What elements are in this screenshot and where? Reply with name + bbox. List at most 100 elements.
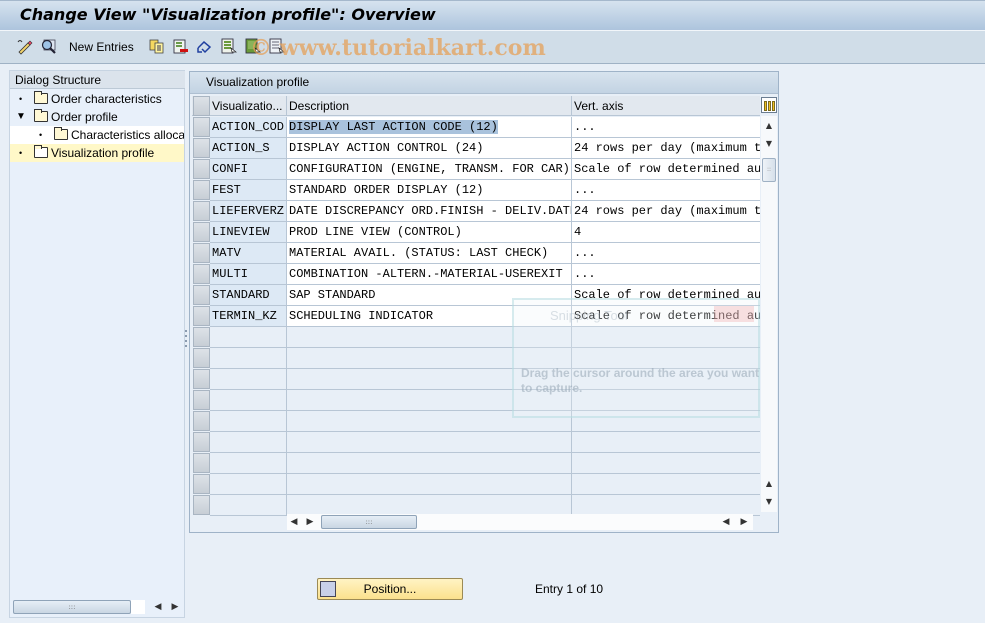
cell-visualization-key[interactable] bbox=[210, 411, 287, 432]
cell-vert-axis[interactable] bbox=[572, 432, 760, 453]
cell-vert-axis[interactable]: ... bbox=[572, 180, 760, 201]
row-selector[interactable] bbox=[193, 159, 210, 179]
panel-splitter[interactable] bbox=[184, 330, 188, 352]
cell-description[interactable] bbox=[287, 432, 572, 453]
row-selector[interactable] bbox=[193, 348, 210, 368]
cell-vert-axis[interactable]: ... bbox=[572, 264, 760, 285]
cell-vert-axis[interactable]: 24 rows per day (maximum ti bbox=[572, 201, 760, 222]
cell-visualization-key[interactable] bbox=[210, 474, 287, 495]
column-header-visualization[interactable]: Visualizatio... bbox=[210, 96, 287, 116]
undo-change-icon[interactable] bbox=[196, 38, 213, 55]
scroll-right-icon[interactable]: ▶ bbox=[168, 600, 182, 614]
table-row[interactable]: LIEFERVERZ DATE DISCREPANCY ORD.FINISH - … bbox=[192, 201, 760, 222]
cell-description[interactable] bbox=[287, 495, 572, 516]
table-row[interactable]: FEST STANDARD ORDER DISPLAY (12)... bbox=[192, 180, 760, 201]
tree-item-order-characteristics[interactable]: • Order characteristics bbox=[10, 90, 184, 108]
cell-description[interactable]: DISPLAY LAST ACTION CODE (12) bbox=[287, 117, 572, 138]
edit-display-toggle-icon[interactable] bbox=[16, 38, 33, 55]
row-selector[interactable] bbox=[193, 453, 210, 473]
copy-as-icon[interactable] bbox=[148, 38, 165, 55]
position-button[interactable]: Position... bbox=[317, 578, 463, 600]
tree-item-order-profile[interactable]: ▼ Order profile bbox=[10, 108, 184, 126]
cell-vert-axis[interactable] bbox=[572, 474, 760, 495]
empty-table-row[interactable] bbox=[192, 495, 760, 516]
cell-description[interactable] bbox=[287, 453, 572, 474]
cell-vert-axis[interactable]: Scale of row determined aut bbox=[572, 159, 760, 180]
row-selector[interactable] bbox=[193, 327, 210, 347]
expanded-triangle-icon[interactable]: ▼ bbox=[16, 108, 26, 126]
cell-description[interactable]: DATE DISCREPANCY ORD.FINISH - DELIV.DATE bbox=[287, 201, 572, 222]
cell-vert-axis[interactable]: ... bbox=[572, 117, 760, 138]
row-selector[interactable] bbox=[193, 369, 210, 389]
scroll-right-icon[interactable]: ▶ bbox=[303, 515, 317, 529]
row-selector[interactable] bbox=[193, 390, 210, 410]
table-row[interactable]: ACTION_COD DISPLAY LAST ACTION CODE (12).… bbox=[192, 117, 760, 138]
row-selector[interactable] bbox=[193, 264, 210, 284]
cell-visualization-key[interactable] bbox=[210, 432, 287, 453]
select-all-rows-button[interactable] bbox=[193, 96, 210, 116]
cell-vert-axis[interactable]: 4 bbox=[572, 222, 760, 243]
column-header-vert-axis[interactable]: Vert. axis bbox=[572, 96, 760, 116]
row-selector[interactable] bbox=[193, 306, 210, 326]
cell-vert-axis[interactable]: 24 rows per day (maximum ti bbox=[572, 138, 760, 159]
delete-icon[interactable] bbox=[172, 38, 189, 55]
table-row[interactable]: MATV MATERIAL AVAIL. (STATUS: LAST CHECK)… bbox=[192, 243, 760, 264]
cell-visualization-key[interactable] bbox=[210, 495, 287, 516]
tree-item-characteristics-allocation[interactable]: • Characteristics allocat bbox=[10, 126, 184, 144]
cell-visualization-key[interactable] bbox=[210, 369, 287, 390]
cell-description[interactable]: COMBINATION -ALTERN.-MATERIAL-USEREXIT bbox=[287, 264, 572, 285]
scroll-left-icon[interactable]: ◀ bbox=[151, 600, 165, 614]
column-header-description[interactable]: Description bbox=[287, 96, 572, 116]
cell-description[interactable]: CONFIGURATION (ENGINE, TRANSM. FOR CAR) bbox=[287, 159, 572, 180]
row-selector[interactable] bbox=[193, 495, 210, 515]
scroll-thumb[interactable]: :: bbox=[762, 158, 776, 182]
scroll-down-icon[interactable]: ▼ bbox=[761, 136, 777, 152]
cell-description[interactable]: DISPLAY ACTION CONTROL (24) bbox=[287, 138, 572, 159]
table-hscrollbar[interactable]: ◀ ▶ ::: ◀ ▶ bbox=[287, 514, 753, 530]
row-selector[interactable] bbox=[193, 411, 210, 431]
cell-vert-axis[interactable]: ... bbox=[572, 243, 760, 264]
cell-visualization-key[interactable] bbox=[210, 327, 287, 348]
row-selector[interactable] bbox=[193, 201, 210, 221]
row-selector[interactable] bbox=[193, 474, 210, 494]
cell-visualization-key[interactable] bbox=[210, 453, 287, 474]
cell-description[interactable]: MATERIAL AVAIL. (STATUS: LAST CHECK) bbox=[287, 243, 572, 264]
cell-description[interactable] bbox=[287, 474, 572, 495]
scroll-thumb[interactable]: ::: bbox=[321, 515, 417, 529]
row-selector[interactable] bbox=[193, 285, 210, 305]
tree-item-visualization-profile[interactable]: • Visualization profile bbox=[10, 144, 184, 162]
select-all-icon[interactable] bbox=[220, 38, 237, 55]
scroll-right-end-icon[interactable]: ▶ bbox=[737, 515, 751, 529]
scroll-up-icon[interactable]: ▲ bbox=[761, 118, 777, 134]
row-selector[interactable] bbox=[193, 432, 210, 452]
table-row[interactable]: ACTION_S DISPLAY ACTION CONTROL (24) 24 ro… bbox=[192, 138, 760, 159]
cell-vert-axis[interactable] bbox=[572, 453, 760, 474]
row-selector[interactable] bbox=[193, 243, 210, 263]
column-settings-icon[interactable] bbox=[761, 97, 777, 113]
empty-table-row[interactable] bbox=[192, 474, 760, 495]
row-selector[interactable] bbox=[193, 117, 210, 137]
scroll-left-end-icon[interactable]: ◀ bbox=[719, 515, 733, 529]
cell-visualization-key[interactable] bbox=[210, 348, 287, 369]
table-row[interactable]: CONFI CONFIGURATION (ENGINE, TRANSM. FOR … bbox=[192, 159, 760, 180]
empty-table-row[interactable] bbox=[192, 453, 760, 474]
scroll-left-icon[interactable]: ◀ bbox=[287, 515, 301, 529]
new-entries-button[interactable]: New Entries bbox=[69, 40, 134, 54]
scroll-page-up-icon[interactable]: ▲ bbox=[761, 476, 777, 492]
table-row[interactable]: LINEVIEW PROD LINE VIEW (CONTROL) 4 bbox=[192, 222, 760, 243]
cell-visualization-key[interactable] bbox=[210, 390, 287, 411]
cell-description[interactable]: STANDARD ORDER DISPLAY (12) bbox=[287, 180, 572, 201]
row-selector[interactable] bbox=[193, 138, 210, 158]
row-selector[interactable] bbox=[193, 222, 210, 242]
details-icon[interactable] bbox=[40, 38, 57, 55]
scroll-thumb[interactable]: ::: bbox=[13, 600, 131, 614]
cell-description[interactable]: PROD LINE VIEW (CONTROL) bbox=[287, 222, 572, 243]
table-vscrollbar[interactable]: ▲ ▼ :: ▲ ▼ bbox=[761, 116, 777, 512]
cell-vert-axis[interactable] bbox=[572, 495, 760, 516]
scroll-track[interactable] bbox=[131, 600, 145, 614]
dialog-structure-hscrollbar[interactable]: ::: ◀ ▶ bbox=[11, 599, 185, 617]
empty-table-row[interactable] bbox=[192, 432, 760, 453]
row-selector[interactable] bbox=[193, 180, 210, 200]
scroll-page-down-icon[interactable]: ▼ bbox=[761, 494, 777, 510]
table-row[interactable]: MULTI COMBINATION -ALTERN.-MATERIAL-USERE… bbox=[192, 264, 760, 285]
